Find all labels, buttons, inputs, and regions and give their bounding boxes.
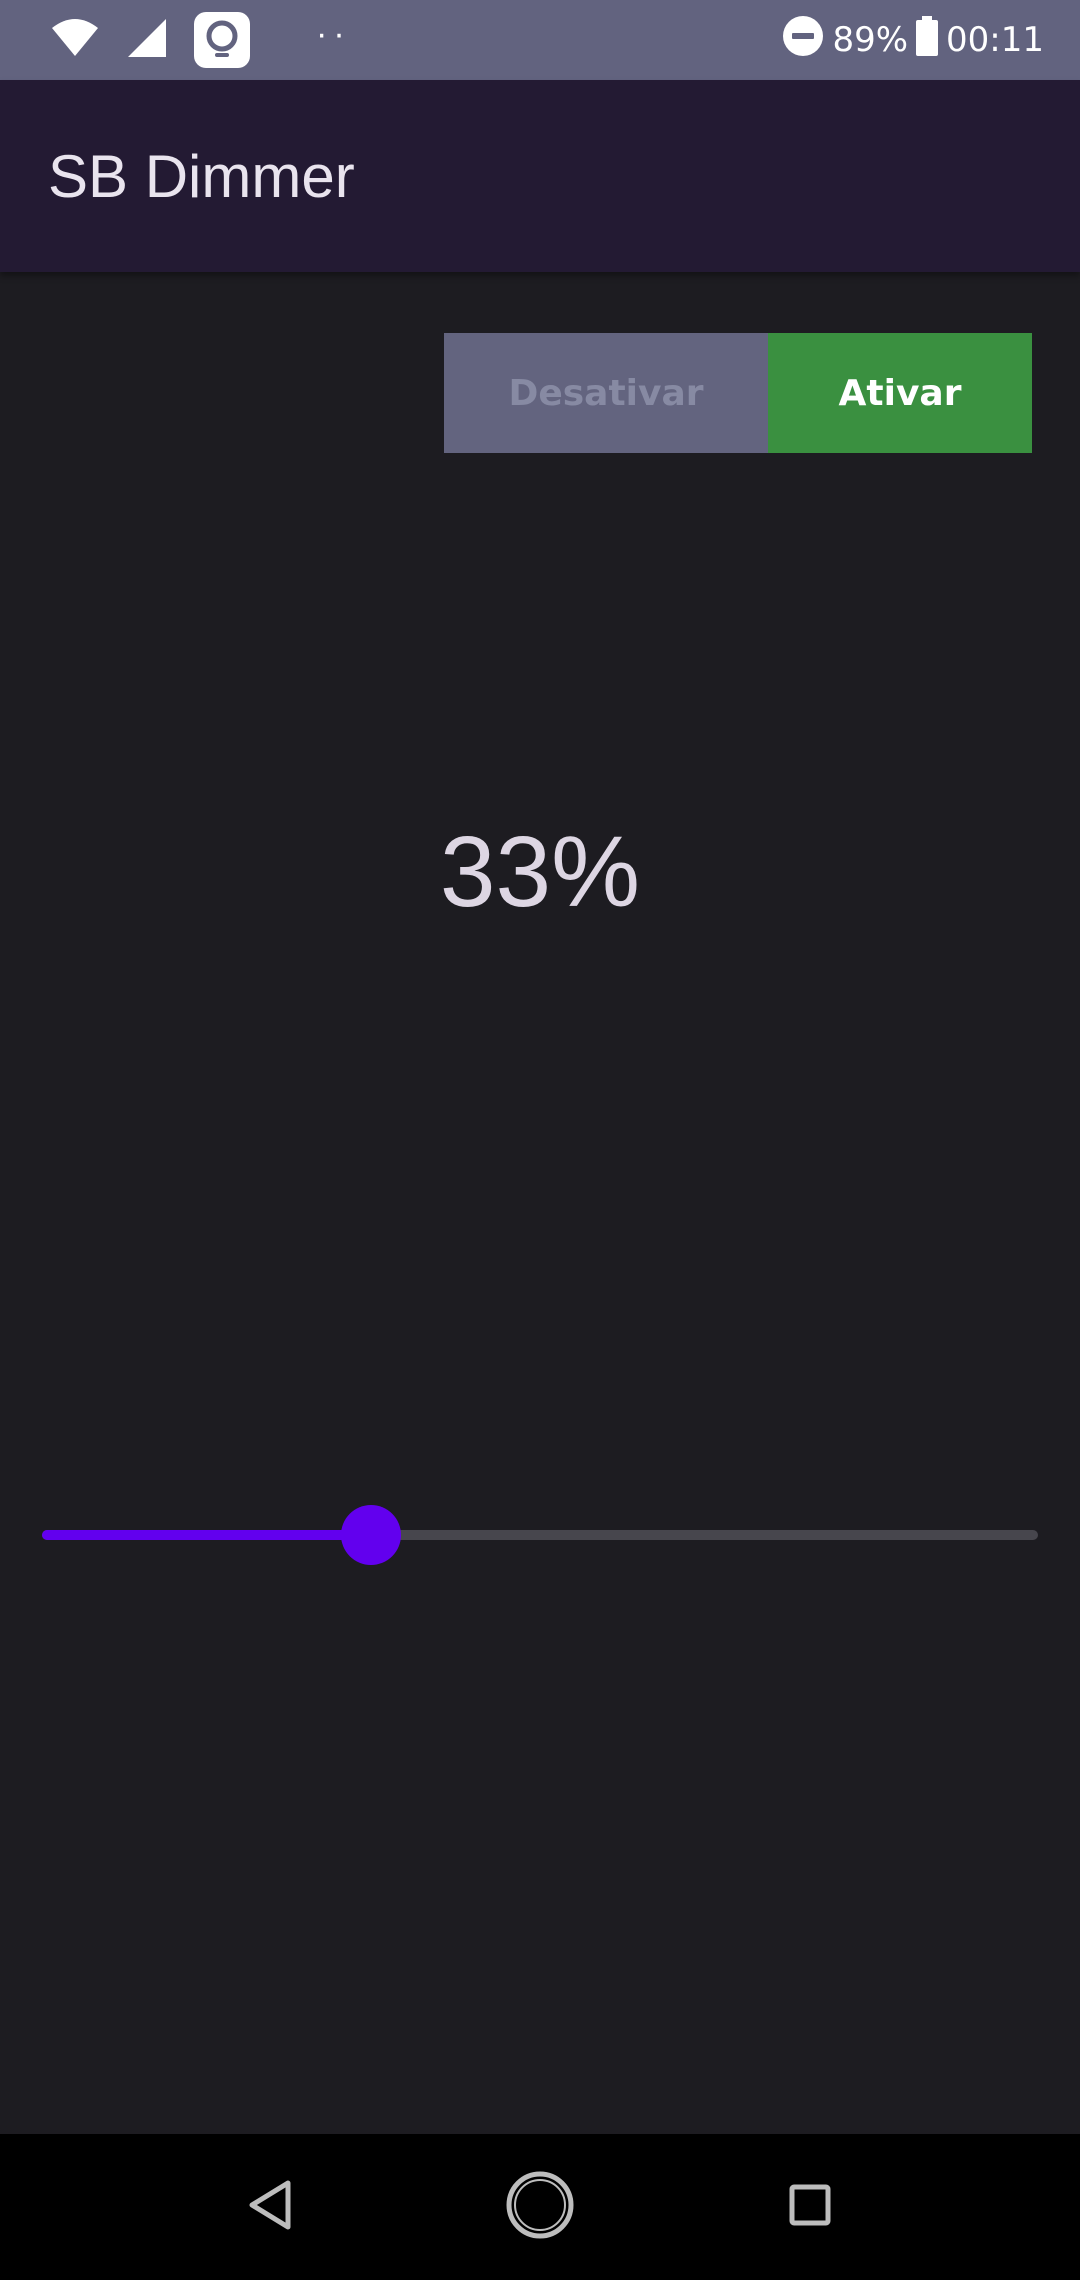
recents-icon	[788, 2183, 832, 2232]
screen: ·· 89% 00:11 SB Dimmer Desativar Ativar …	[0, 0, 1080, 2280]
app-title: SB Dimmer	[48, 143, 355, 210]
status-bar-left: ··	[50, 0, 351, 80]
status-bar: ·· 89% 00:11	[0, 0, 1080, 80]
home-button[interactable]	[470, 2134, 610, 2280]
battery-percent: 89%	[832, 20, 909, 60]
deactivate-button[interactable]: Desativar	[444, 333, 768, 453]
cellular-signal-icon	[126, 17, 168, 64]
back-button[interactable]	[200, 2134, 340, 2280]
lens-app-icon	[194, 12, 250, 68]
do-not-disturb-icon	[782, 15, 824, 66]
recents-button[interactable]	[740, 2134, 880, 2280]
notification-dots: ··	[316, 14, 351, 53]
slider-thumb[interactable]	[340, 1505, 401, 1565]
home-icon	[505, 2170, 575, 2245]
navigation-bar	[0, 2134, 1080, 2280]
dimmer-slider[interactable]	[42, 1500, 1038, 1570]
battery-icon	[916, 15, 939, 65]
power-toggle-group: Desativar Ativar	[444, 333, 1032, 453]
app-bar: SB Dimmer	[0, 80, 1080, 272]
status-bar-right: 89% 00:11	[782, 0, 1044, 80]
dimmer-percent-label: 33%	[439, 816, 641, 928]
slider-fill	[42, 1530, 371, 1540]
back-icon	[248, 2180, 292, 2235]
wifi-icon	[50, 18, 100, 63]
clock: 00:11	[946, 20, 1044, 60]
activate-button[interactable]: Ativar	[768, 333, 1032, 453]
